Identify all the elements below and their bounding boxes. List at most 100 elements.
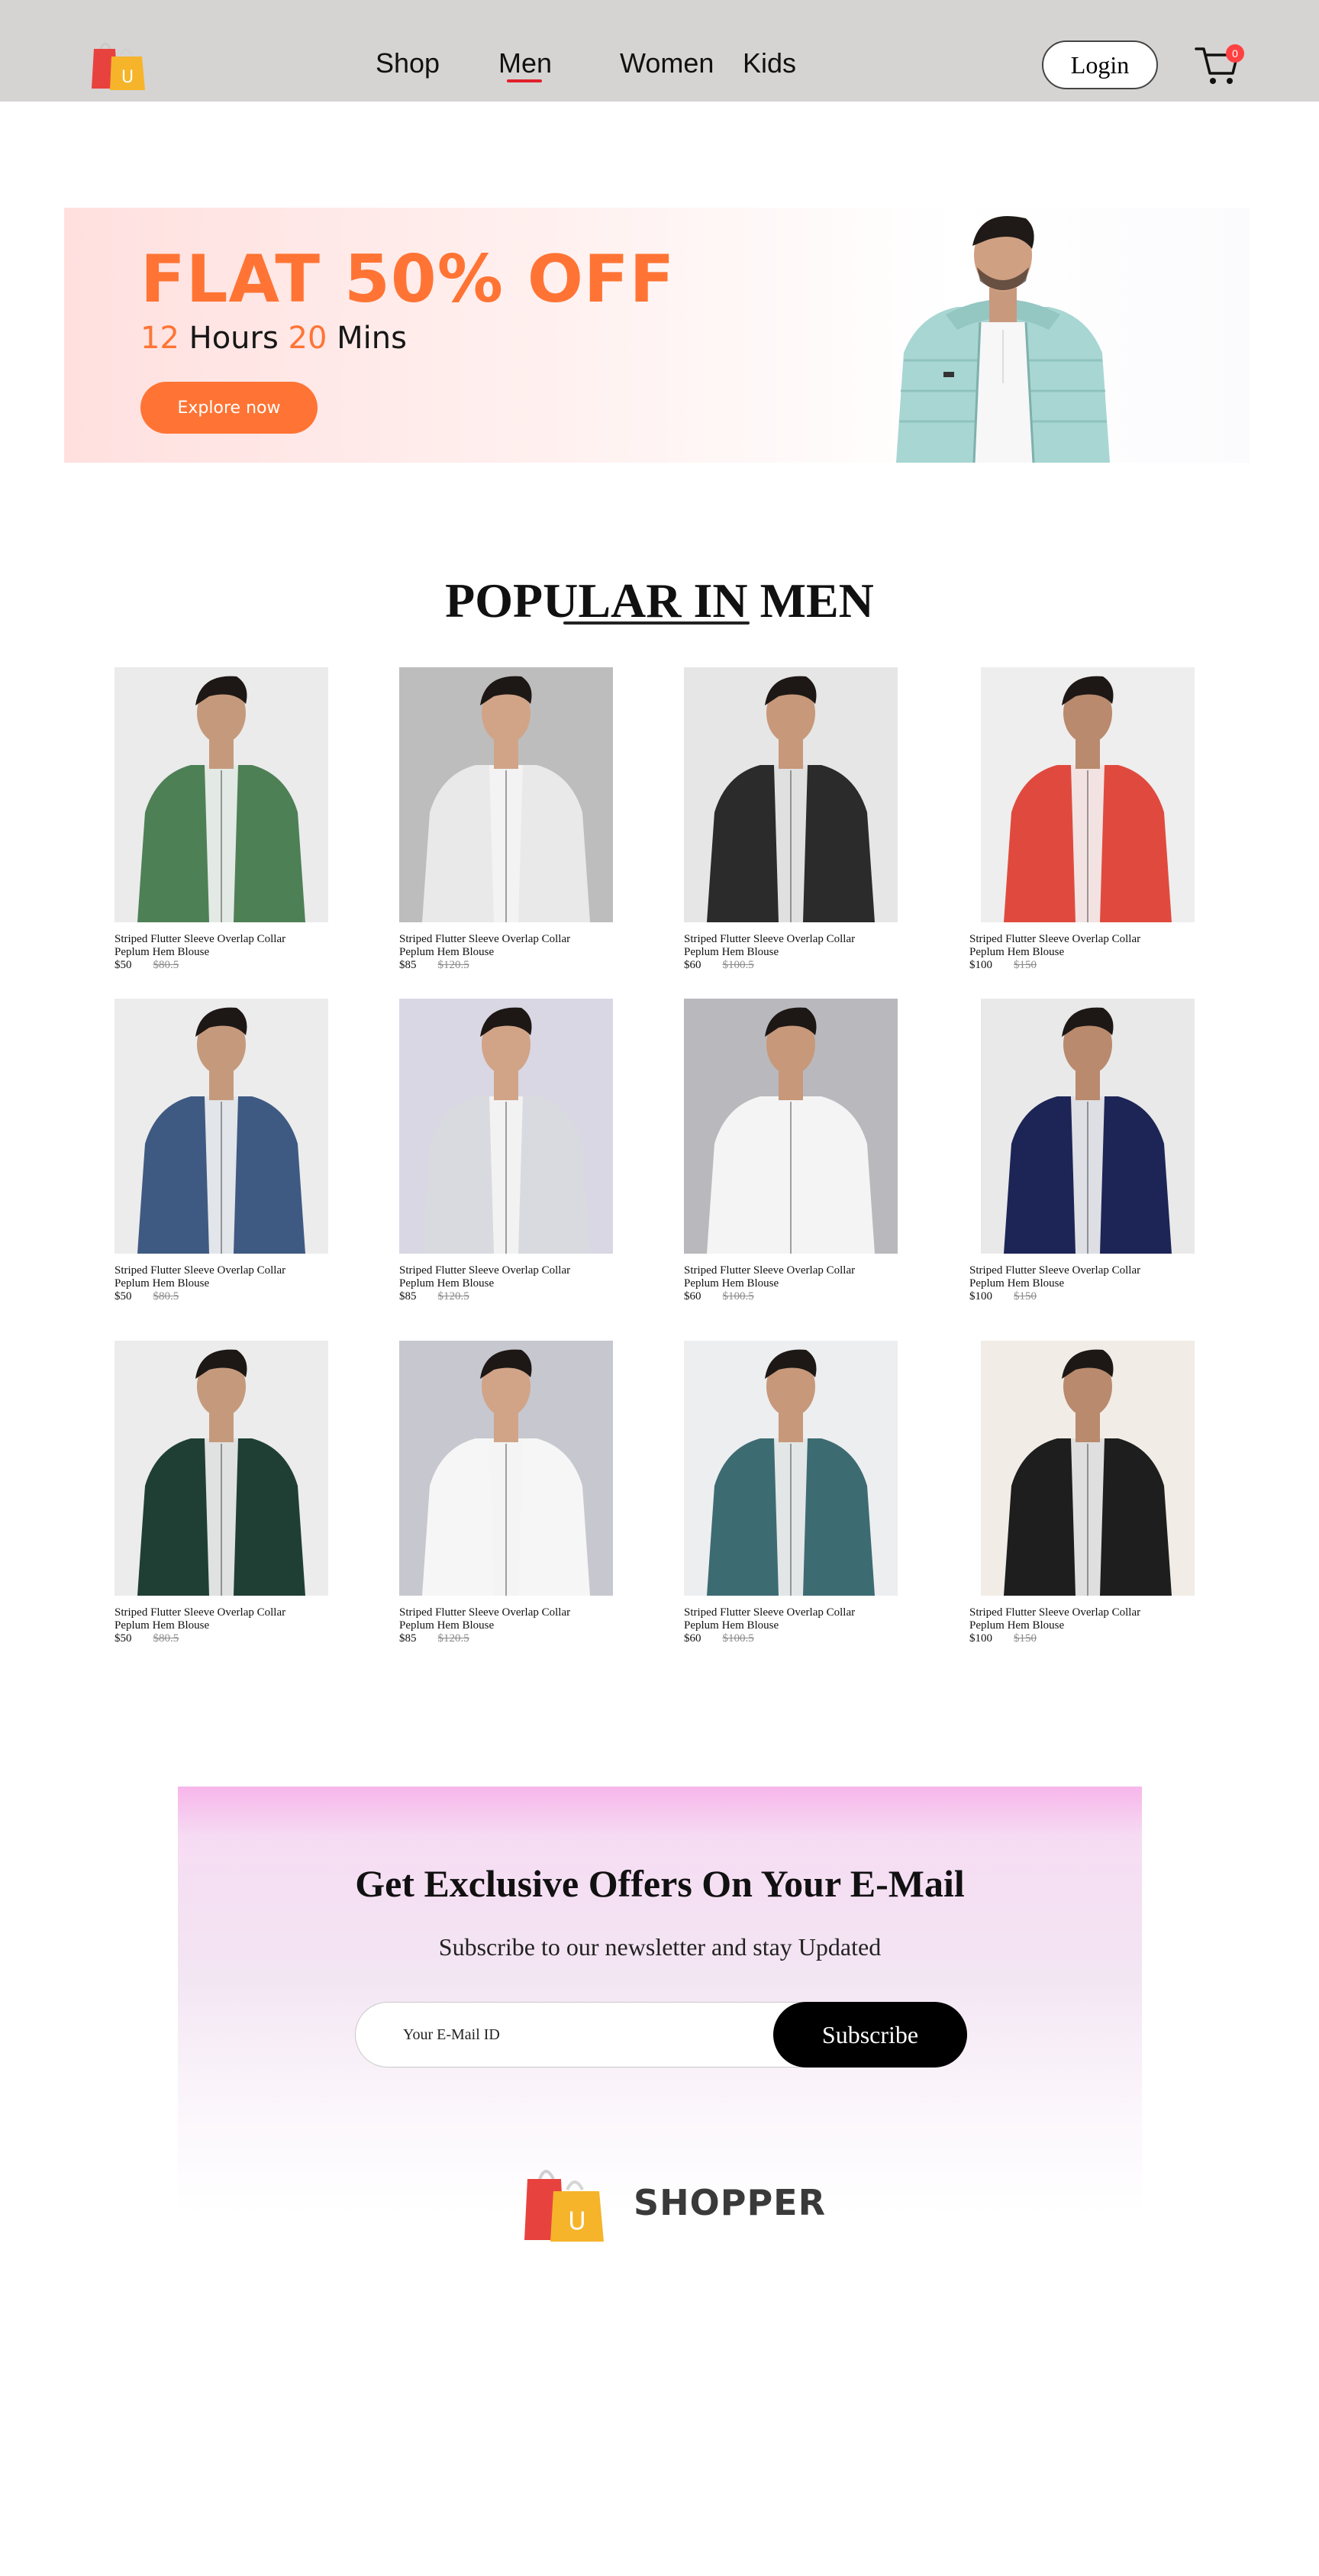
neck-shape [494, 740, 518, 769]
product-old-price: $150 [1014, 1632, 1037, 1645]
product-card[interactable]: Striped Flutter Sleeve Overlap Collar Pe… [399, 667, 636, 972]
email-input[interactable] [403, 2019, 739, 2050]
product-prices: $60 $100.5 [684, 1290, 921, 1303]
product-image[interactable] [684, 999, 898, 1254]
neck-shape [1076, 740, 1100, 769]
product-new-price: $50 [114, 959, 132, 971]
product-new-price: $50 [114, 1632, 132, 1645]
product-old-price: $120.5 [437, 1290, 469, 1303]
product-image[interactable] [114, 999, 328, 1254]
product-new-price: $60 [684, 1632, 701, 1645]
product-card[interactable]: Striped Flutter Sleeve Overlap Collar Pe… [114, 1341, 351, 1645]
product-image[interactable] [969, 999, 1206, 1254]
product-card[interactable]: Striped Flutter Sleeve Overlap Collar Pe… [684, 1341, 921, 1645]
hero-banner: FLAT 50% OFF 12 Hours 20 Mins Explore no… [64, 208, 1250, 463]
product-image[interactable] [684, 1341, 898, 1596]
product-name[interactable]: Striped Flutter Sleeve Overlap Collar Pe… [969, 1264, 1175, 1290]
neck-shape [779, 1413, 803, 1442]
product-image[interactable] [399, 1341, 613, 1596]
product-image[interactable] [684, 667, 898, 922]
product-image[interactable] [969, 1341, 1206, 1596]
nav-link-men[interactable]: Men [498, 47, 552, 79]
product-prices: $85 $120.5 [399, 1632, 636, 1645]
product-new-price: $60 [684, 959, 701, 971]
product-card[interactable]: Striped Flutter Sleeve Overlap Collar Pe… [684, 667, 921, 972]
product-card[interactable]: Striped Flutter Sleeve Overlap Collar Pe… [399, 999, 636, 1303]
product-old-price: $120.5 [437, 959, 469, 971]
navbar: U Shop Men Women Kids Login 0 [0, 0, 1319, 102]
product-name[interactable]: Striped Flutter Sleeve Overlap Collar Pe… [114, 1606, 321, 1632]
footer-brand-name: SHOPPER [634, 2182, 827, 2223]
product-image[interactable] [114, 1341, 328, 1596]
neck-shape [209, 1071, 234, 1100]
countdown-hours-label: Hours [189, 321, 279, 356]
product-old-price: $80.5 [153, 1632, 179, 1645]
product-name[interactable]: Striped Flutter Sleeve Overlap Collar Pe… [684, 933, 890, 959]
product-card[interactable]: Striped Flutter Sleeve Overlap Collar Pe… [399, 1341, 636, 1645]
neck-shape [494, 1071, 518, 1100]
product-new-price: $50 [114, 1290, 132, 1303]
product-image[interactable] [399, 999, 613, 1254]
product-name[interactable]: Striped Flutter Sleeve Overlap Collar Pe… [399, 1606, 605, 1632]
product-old-price: $100.5 [722, 1290, 754, 1303]
product-name[interactable]: Striped Flutter Sleeve Overlap Collar Pe… [969, 1606, 1175, 1632]
product-card[interactable]: Striped Flutter Sleeve Overlap Collar Pe… [969, 1341, 1206, 1645]
product-new-price: $100 [969, 959, 992, 971]
product-name[interactable]: Striped Flutter Sleeve Overlap Collar Pe… [684, 1264, 890, 1290]
product-prices: $50 $80.5 [114, 1290, 351, 1303]
popular-section-title: POPULAR IN MEN [445, 573, 874, 628]
product-prices: $100 $150 [969, 1290, 1206, 1303]
product-name[interactable]: Striped Flutter Sleeve Overlap Collar Pe… [684, 1606, 890, 1632]
countdown-mins-label: Mins [337, 321, 407, 356]
section-title-underline [563, 621, 750, 625]
product-name[interactable]: Striped Flutter Sleeve Overlap Collar Pe… [114, 1264, 321, 1290]
product-prices: $60 $100.5 [684, 959, 921, 972]
product-card[interactable]: Striped Flutter Sleeve Overlap Collar Pe… [969, 667, 1206, 972]
hero-title: FLAT 50% OFF [140, 241, 676, 318]
countdown-mins: 20 [288, 321, 327, 356]
product-image[interactable] [399, 667, 613, 922]
logo-letter: U [121, 68, 134, 87]
neck-shape [1076, 1413, 1100, 1442]
subscribe-button[interactable]: Subscribe [773, 2002, 967, 2068]
product-prices: $50 $80.5 [114, 1632, 351, 1645]
login-button[interactable]: Login [1042, 40, 1158, 89]
product-old-price: $80.5 [153, 959, 179, 971]
newsletter-title: Get Exclusive Offers On Your E-Mail [355, 1862, 965, 1905]
product-prices: $100 $150 [969, 959, 1206, 972]
product-name[interactable]: Striped Flutter Sleeve Overlap Collar Pe… [399, 1264, 605, 1290]
product-name[interactable]: Striped Flutter Sleeve Overlap Collar Pe… [114, 933, 321, 959]
product-new-price: $100 [969, 1290, 992, 1303]
product-old-price: $80.5 [153, 1290, 179, 1303]
product-prices: $60 $100.5 [684, 1632, 921, 1645]
product-old-price: $120.5 [437, 1632, 469, 1645]
product-new-price: $85 [399, 1632, 417, 1645]
neck-shape [779, 1071, 803, 1100]
neck-shape [779, 740, 803, 769]
hero-model-photo [896, 215, 1110, 463]
product-new-price: $100 [969, 1632, 992, 1645]
nav-link-shop[interactable]: Shop [376, 47, 440, 79]
explore-now-button[interactable]: Explore now [140, 382, 318, 434]
product-old-price: $100.5 [722, 959, 754, 971]
product-name[interactable]: Striped Flutter Sleeve Overlap Collar Pe… [399, 933, 605, 959]
newsletter-form: Subscribe [355, 2002, 967, 2068]
shopping-bag-logo-icon[interactable]: U [90, 38, 150, 92]
footer-shopping-bag-logo-icon: U [524, 2170, 604, 2242]
product-name[interactable]: Striped Flutter Sleeve Overlap Collar Pe… [969, 933, 1175, 959]
product-image[interactable] [969, 667, 1206, 922]
nav-link-kids[interactable]: Kids [743, 47, 796, 79]
product-old-price: $150 [1014, 959, 1037, 971]
product-image[interactable] [114, 667, 328, 922]
nav-link-women[interactable]: Women [620, 47, 714, 79]
product-card[interactable]: Striped Flutter Sleeve Overlap Collar Pe… [969, 999, 1206, 1303]
product-new-price: $85 [399, 959, 417, 971]
cart-count-badge: 0 [1226, 44, 1244, 63]
product-card[interactable]: Striped Flutter Sleeve Overlap Collar Pe… [114, 999, 351, 1303]
hero-countdown: 12 Hours 20 Mins [140, 321, 407, 356]
product-card[interactable]: Striped Flutter Sleeve Overlap Collar Pe… [684, 999, 921, 1303]
product-card[interactable]: Striped Flutter Sleeve Overlap Collar Pe… [114, 667, 351, 972]
product-prices: $85 $120.5 [399, 1290, 636, 1303]
product-prices: $85 $120.5 [399, 959, 636, 972]
newsletter-subtitle: Subscribe to our newsletter and stay Upd… [438, 1933, 882, 1961]
